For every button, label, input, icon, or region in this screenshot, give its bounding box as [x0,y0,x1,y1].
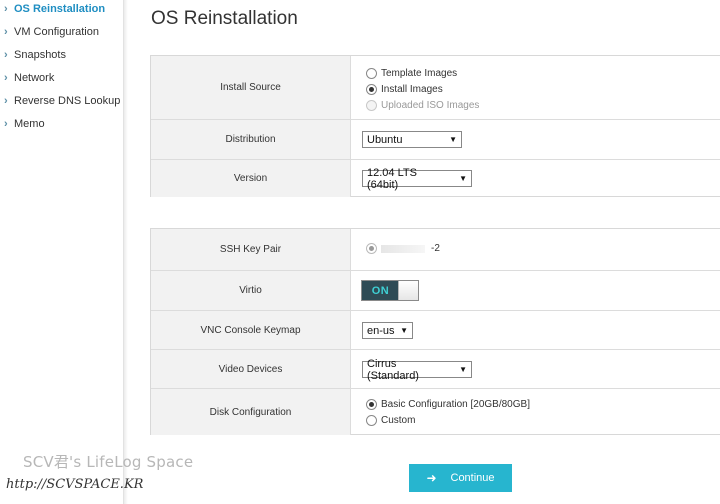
sidebar-item-label: Snapshots [14,49,66,61]
dropdown-arrow-icon: ▼ [449,135,457,144]
radio-label: Template Images [381,67,458,79]
ssh-key-pair-label: SSH Key Pair [151,229,351,270]
chevron-right-icon: › [4,95,8,107]
select-value: Cirrus (Standard) [367,357,419,382]
distribution-select[interactable]: Ubuntu ▼ [362,131,462,148]
sidebar-divider [124,0,128,504]
radio-label: Basic Configuration [20GB/80GB] [381,398,530,410]
chevron-right-icon: › [4,49,8,61]
toggle-state: ON [362,281,399,300]
virtio-label: Virtio [151,271,351,310]
ssh-key-suffix: -2 [431,243,440,254]
dropdown-arrow-icon: ▼ [400,326,408,335]
redacted-key-name [381,244,425,253]
version-label: Version [151,160,351,197]
distribution-label: Distribution [151,120,351,159]
chevron-right-icon: › [4,72,8,84]
radio-button-selected[interactable] [366,398,377,410]
install-source-row: Install Source Template Images Install I… [151,56,720,119]
sidebar-item-label: OS Reinstallation [14,3,106,15]
radio-uploaded-iso-images: Uploaded ISO Images [366,98,479,112]
sidebar-item-label: Network [14,72,55,84]
ssh-key-pair-row: SSH Key Pair -2 [151,229,720,270]
virtio-toggle[interactable]: ON [361,280,419,301]
dropdown-arrow-icon: ▼ [459,365,467,374]
continue-button-label: Continue [450,472,495,484]
install-source-options: Template Images Install Images Uploaded … [352,56,720,119]
video-devices-label: Video Devices [151,350,351,388]
sidebar-item-label: Reverse DNS Lookup [14,95,121,107]
advanced-settings-panel: SSH Key Pair -2 Virtio ON VNC Console Ke… [150,228,720,435]
sidebar-item-reverse-dns-lookup[interactable]: › Reverse DNS Lookup [4,95,120,107]
radio-label: Install Images [381,83,443,95]
install-settings-panel: Install Source Template Images Install I… [150,55,720,197]
ssh-key-pair-option[interactable]: -2 [366,243,440,254]
sidebar-item-label: VM Configuration [14,26,99,38]
sidebar-item-vm-configuration[interactable]: › VM Configuration [4,26,99,38]
vnc-keymap-row: VNC Console Keymap en-us ▼ [151,310,720,349]
virtio-row: Virtio ON [151,270,720,310]
radio-button[interactable] [366,414,377,426]
video-devices-row: Video Devices Cirrus (Standard) ▼ [151,349,720,388]
radio-button-selected[interactable] [366,83,377,95]
sidebar: › OS Reinstallation › VM Configuration › Sn… [0,0,124,504]
radio-template-images[interactable]: Template Images [366,66,457,80]
sidebar-item-os-reinstallation[interactable]: › OS Reinstallation [4,3,105,15]
disk-configuration-label: Disk Configuration [151,389,351,435]
video-devices-select[interactable]: Cirrus (Standard) ▼ [362,358,472,382]
dropdown-arrow-icon: ▼ [459,174,467,183]
chevron-right-icon: › [4,118,8,130]
distribution-row: Distribution Ubuntu ▼ [151,119,720,159]
watermark-title: SCV君's LifeLog Space [23,453,194,471]
vnc-keymap-select[interactable]: en-us ▼ [362,322,413,339]
radio-basic-configuration[interactable]: Basic Configuration [20GB/80GB] [366,397,530,411]
radio-label: Custom [381,414,416,426]
select-value: en-us [367,324,395,337]
radio-custom[interactable]: Custom [366,413,415,427]
radio-button[interactable] [366,243,377,254]
watermark-url: http://SCVSPACE.KR [6,477,144,492]
continue-button[interactable]: ➜ Continue [409,464,512,492]
sidebar-item-network[interactable]: › Network [4,72,54,84]
page-title: OS Reinstallation [151,8,298,29]
toggle-knob [398,281,418,300]
version-row: Version 12.04 LTS (64bit) ▼ [151,159,720,197]
version-select[interactable]: 12.04 LTS (64bit) ▼ [362,167,472,191]
disk-configuration-row: Disk Configuration Basic Configuration [… [151,388,720,435]
chevron-right-icon: › [4,3,8,15]
chevron-right-icon: › [4,26,8,38]
sidebar-item-snapshots[interactable]: › Snapshots [4,49,66,61]
select-value: Ubuntu [367,133,403,146]
install-source-label: Install Source [151,56,351,119]
arrow-right-icon: ➜ [426,471,437,485]
radio-label: Uploaded ISO Images [381,99,480,111]
vnc-keymap-label: VNC Console Keymap [151,311,351,349]
sidebar-item-label: Memo [14,118,45,130]
radio-button-disabled [366,99,377,111]
select-value: 12.04 LTS (64bit) [367,166,417,191]
sidebar-item-memo[interactable]: › Memo [4,118,45,130]
radio-install-images[interactable]: Install Images [366,82,443,96]
radio-button[interactable] [366,67,377,79]
